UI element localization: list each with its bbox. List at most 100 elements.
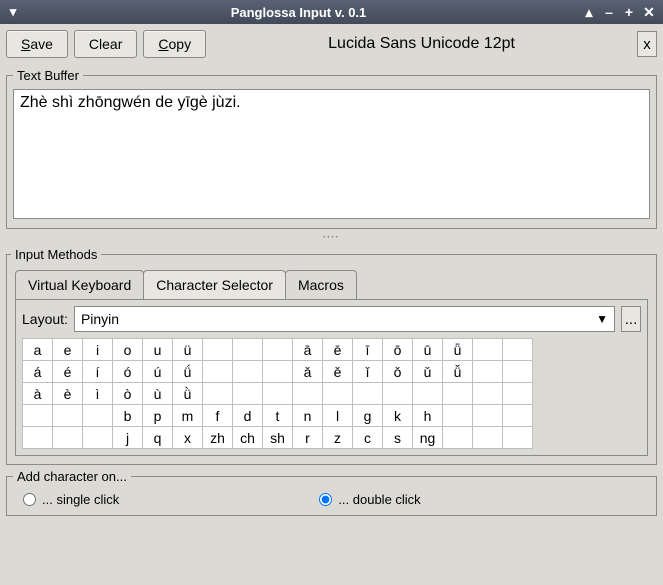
- char-cell-empty: [503, 383, 533, 405]
- layout-more-button[interactable]: ...: [621, 306, 641, 332]
- radio-double-click-input[interactable]: [319, 493, 332, 506]
- char-cell[interactable]: m: [173, 405, 203, 427]
- char-cell-empty: [503, 427, 533, 449]
- stick-icon[interactable]: ▴: [581, 5, 597, 19]
- char-cell[interactable]: ǜ: [173, 383, 203, 405]
- char-cell[interactable]: z: [323, 427, 353, 449]
- char-cell-empty: [23, 405, 53, 427]
- chevron-down-icon: ▼: [596, 312, 608, 326]
- char-cell-empty: [443, 405, 473, 427]
- char-cell[interactable]: ǚ: [443, 361, 473, 383]
- char-cell[interactable]: o: [113, 339, 143, 361]
- char-cell[interactable]: q: [143, 427, 173, 449]
- char-cell-empty: [383, 383, 413, 405]
- char-cell[interactable]: f: [203, 405, 233, 427]
- char-cell[interactable]: i: [83, 339, 113, 361]
- char-cell[interactable]: a: [23, 339, 53, 361]
- char-cell[interactable]: ā: [293, 339, 323, 361]
- char-cell[interactable]: b: [113, 405, 143, 427]
- char-cell[interactable]: x: [173, 427, 203, 449]
- text-buffer-input[interactable]: [13, 89, 650, 219]
- input-methods-group: Input Methods Virtual Keyboard Character…: [6, 247, 657, 465]
- char-cell[interactable]: sh: [263, 427, 293, 449]
- char-cell[interactable]: ó: [113, 361, 143, 383]
- minimize-icon[interactable]: –: [601, 5, 617, 19]
- titlebar: ▾ Panglossa Input v. 0.1 ▴ – + ✕: [0, 0, 663, 24]
- char-cell-empty: [473, 383, 503, 405]
- char-cell[interactable]: l: [323, 405, 353, 427]
- add-character-legend: Add character on...: [13, 469, 131, 484]
- close-icon[interactable]: ✕: [641, 5, 657, 19]
- save-button[interactable]: Save: [6, 30, 68, 58]
- char-cell[interactable]: p: [143, 405, 173, 427]
- tab-character-selector[interactable]: Character Selector: [143, 270, 286, 299]
- char-cell-empty: [413, 383, 443, 405]
- char-cell[interactable]: g: [353, 405, 383, 427]
- radio-double-click[interactable]: ... double click: [319, 492, 420, 507]
- char-cell[interactable]: í: [83, 361, 113, 383]
- char-cell[interactable]: ǖ: [443, 339, 473, 361]
- char-cell[interactable]: ǒ: [383, 361, 413, 383]
- radio-double-click-label: ... double click: [338, 492, 420, 507]
- char-cell[interactable]: ǔ: [413, 361, 443, 383]
- char-cell[interactable]: t: [263, 405, 293, 427]
- splitter-handle[interactable]: ••••: [0, 233, 663, 243]
- char-cell-empty: [83, 405, 113, 427]
- char-cell[interactable]: á: [23, 361, 53, 383]
- tab-macros[interactable]: Macros: [285, 270, 357, 299]
- font-indicator[interactable]: Lucida Sans Unicode 12pt: [212, 35, 631, 53]
- char-cell[interactable]: s: [383, 427, 413, 449]
- input-methods-legend: Input Methods: [11, 247, 101, 262]
- radio-single-click[interactable]: ... single click: [23, 492, 119, 507]
- char-cell-empty: [203, 361, 233, 383]
- char-cell-empty: [233, 361, 263, 383]
- char-cell[interactable]: d: [233, 405, 263, 427]
- char-cell[interactable]: ch: [233, 427, 263, 449]
- tab-row: Virtual Keyboard Character Selector Macr…: [11, 266, 652, 299]
- radio-single-click-input[interactable]: [23, 493, 36, 506]
- char-cell[interactable]: h: [413, 405, 443, 427]
- char-cell-empty: [473, 339, 503, 361]
- add-character-group: Add character on... ... single click ...…: [6, 469, 657, 516]
- char-cell[interactable]: ng: [413, 427, 443, 449]
- layout-select[interactable]: Pinyin ▼: [74, 306, 615, 332]
- char-cell[interactable]: é: [53, 361, 83, 383]
- toolbar: Save Clear Copy Lucida Sans Unicode 12pt…: [0, 24, 663, 64]
- char-cell[interactable]: ú: [143, 361, 173, 383]
- char-cell[interactable]: c: [353, 427, 383, 449]
- char-cell[interactable]: è: [53, 383, 83, 405]
- char-cell[interactable]: n: [293, 405, 323, 427]
- text-buffer-group: Text Buffer: [6, 68, 657, 229]
- maximize-icon[interactable]: +: [621, 5, 637, 19]
- char-cell[interactable]: j: [113, 427, 143, 449]
- char-cell[interactable]: u: [143, 339, 173, 361]
- char-cell-empty: [23, 427, 53, 449]
- char-cell[interactable]: e: [53, 339, 83, 361]
- char-cell[interactable]: ě: [323, 361, 353, 383]
- char-cell[interactable]: ì: [83, 383, 113, 405]
- char-cell[interactable]: ē: [323, 339, 353, 361]
- copy-button[interactable]: Copy: [143, 30, 206, 58]
- char-cell[interactable]: ü: [173, 339, 203, 361]
- char-cell[interactable]: zh: [203, 427, 233, 449]
- font-close-button[interactable]: x: [637, 31, 657, 57]
- char-cell[interactable]: ò: [113, 383, 143, 405]
- char-cell[interactable]: ǐ: [353, 361, 383, 383]
- char-cell[interactable]: k: [383, 405, 413, 427]
- char-cell-empty: [263, 339, 293, 361]
- tab-virtual-keyboard[interactable]: Virtual Keyboard: [15, 270, 144, 299]
- char-cell-empty: [53, 405, 83, 427]
- window-menu-icon[interactable]: ▾: [6, 4, 20, 20]
- char-cell-empty: [233, 383, 263, 405]
- char-cell[interactable]: ù: [143, 383, 173, 405]
- clear-button[interactable]: Clear: [74, 30, 137, 58]
- char-cell[interactable]: ō: [383, 339, 413, 361]
- char-cell-empty: [473, 427, 503, 449]
- char-cell[interactable]: ǎ: [293, 361, 323, 383]
- char-cell[interactable]: à: [23, 383, 53, 405]
- char-cell[interactable]: ū: [413, 339, 443, 361]
- char-cell[interactable]: ī: [353, 339, 383, 361]
- char-cell-empty: [323, 383, 353, 405]
- char-cell[interactable]: ǘ: [173, 361, 203, 383]
- char-cell[interactable]: r: [293, 427, 323, 449]
